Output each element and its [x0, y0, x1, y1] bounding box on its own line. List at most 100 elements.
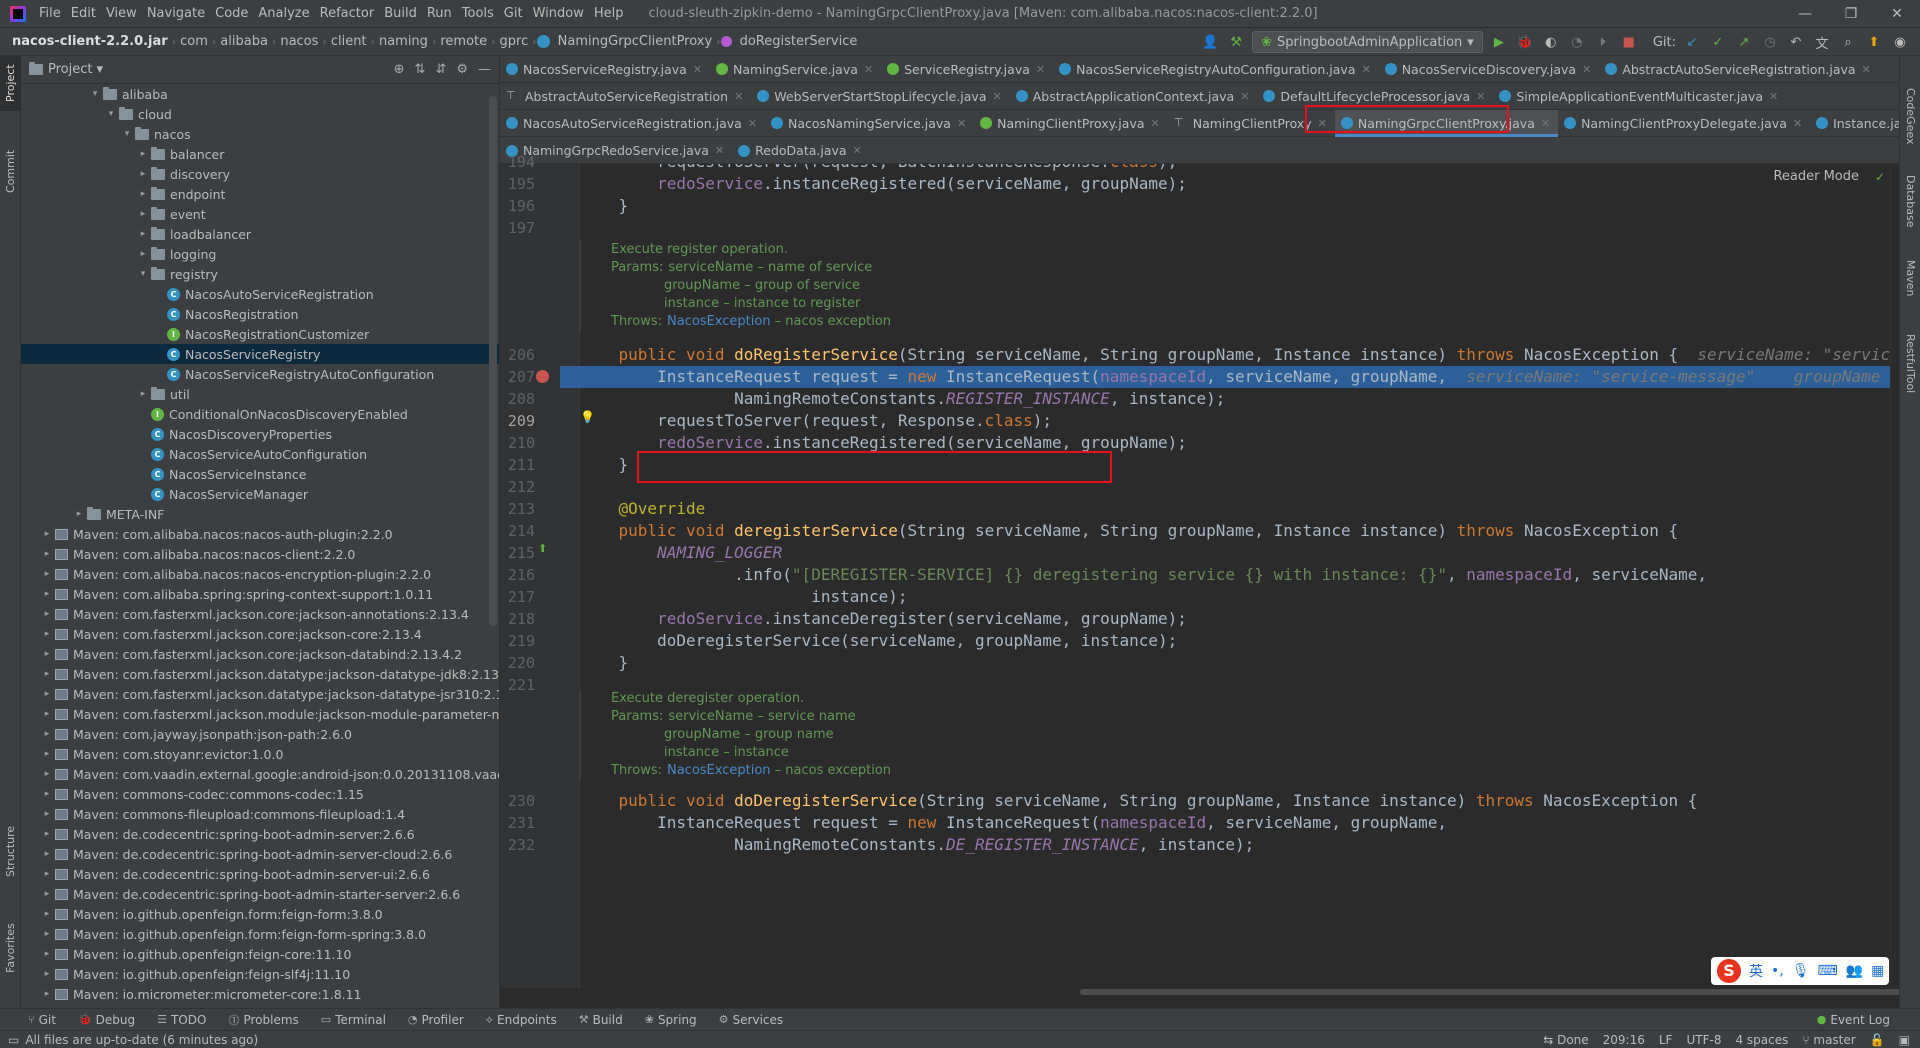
tree-node[interactable]: ▸ Maven: com.alibaba.nacos:nacos-auth-plu… [21, 524, 499, 544]
keyboard-icon[interactable]: ⌨ [1818, 963, 1838, 979]
expand-all-icon[interactable]: ⇅ [415, 62, 426, 77]
chevron-right-icon[interactable]: ▸ [135, 209, 151, 219]
menu-item-code[interactable]: Code [210, 0, 253, 28]
tree-node[interactable]: ▸ Maven: io.micrometer:micrometer-core:1.… [21, 984, 499, 1004]
code-line[interactable]: redoService.instanceDeregister(serviceNa… [580, 608, 1890, 630]
tool-tab-commit[interactable]: Commit [0, 141, 21, 201]
tree-node[interactable]: ▸ balancer [21, 144, 499, 164]
plugin-icon[interactable]: ◉ [1890, 32, 1910, 52]
chevron-right-icon[interactable]: ▸ [39, 669, 55, 679]
code-line[interactable]: } [580, 652, 1890, 674]
breakpoint-icon[interactable] [536, 370, 549, 383]
breadcrumb-item[interactable]: remote [436, 34, 491, 49]
git-commit-icon[interactable]: ✓ [1708, 32, 1728, 52]
tool-tab-restfultool[interactable]: RestfulTool [1900, 321, 1920, 406]
close-tab-icon[interactable]: ✕ [734, 90, 743, 103]
override-icon[interactable]: ⬆ [538, 542, 547, 555]
editor-tab[interactable]: NamingClientProxyDelegate.java ✕ [1558, 110, 1810, 137]
editor-tab[interactable]: NacosServiceDiscovery.java ✕ [1379, 56, 1600, 83]
tree-node[interactable]: I ConditionalOnNacosDiscoveryEnabled [21, 404, 499, 424]
menu-item-navigate[interactable]: Navigate [142, 0, 210, 28]
editor-tab[interactable]: AbstractAutoServiceRegistration.java ✕ [1599, 56, 1878, 83]
close-tab-icon[interactable]: ✕ [1541, 117, 1550, 130]
code-line[interactable]: public void doRegisterService(String ser… [580, 344, 1890, 366]
close-tab-icon[interactable]: ✕ [1036, 63, 1045, 76]
tool-window-spring[interactable]: ❀ Spring [645, 1013, 697, 1027]
user-icon[interactable]: 👤 [1200, 32, 1220, 52]
editor-tab[interactable]: NacosServiceRegistryAutoConfiguration.ja… [1053, 56, 1379, 83]
chevron-right-icon[interactable]: ▸ [39, 589, 55, 599]
breadcrumb-item[interactable]: naming [375, 34, 432, 49]
chevron-right-icon[interactable]: ▸ [39, 889, 55, 899]
chevron-right-icon[interactable]: ▸ [39, 529, 55, 539]
tree-node[interactable]: ▸ Maven: com.stoyanr:evictor:1.0.0 [21, 744, 499, 764]
code-line[interactable]: doDeregisterService(serviceName, groupNa… [580, 630, 1890, 652]
restore-icon[interactable]: ❐ [1828, 0, 1874, 28]
tree-node[interactable]: ▸ Maven: com.fasterxml.jackson.module:jac… [21, 704, 499, 724]
tool-window-terminal[interactable]: ▭ Terminal [321, 1013, 386, 1027]
editor-tab[interactable]: WebServerStartStopLifecycle.java ✕ [751, 83, 1009, 110]
tool-tab-codegeex[interactable]: CodeGeex [1900, 76, 1920, 156]
code-area[interactable]: requestToServer(request, BatchInstanceRe… [580, 164, 1890, 988]
chevron-right-icon[interactable]: ▸ [135, 249, 151, 259]
tree-node[interactable]: ▸ Maven: com.jayway.jsonpath:json-path:2.… [21, 724, 499, 744]
close-tab-icon[interactable]: ✕ [1361, 63, 1370, 76]
file-encoding[interactable]: UTF-8 [1686, 1033, 1721, 1047]
menu-item-tools[interactable]: Tools [457, 0, 499, 28]
tree-node[interactable]: ▸ Maven: commons-fileupload:commons-fileu… [21, 804, 499, 824]
ime-toolbar[interactable]: S 英 •, 🎙 ⌨ 👥 ▦ [1711, 957, 1889, 985]
breadcrumb-item[interactable]: com [176, 34, 212, 49]
close-tab-icon[interactable]: ✕ [853, 144, 862, 157]
breadcrumb-item[interactable]: nacos [276, 34, 322, 49]
chevron-right-icon[interactable]: ▸ [39, 629, 55, 639]
profile-icon[interactable]: ◔ [1567, 32, 1587, 52]
chevron-right-icon[interactable]: ▸ [39, 709, 55, 719]
menu-item-refactor[interactable]: Refactor [315, 0, 380, 28]
tree-node[interactable]: ▸ logging [21, 244, 499, 264]
translate-icon[interactable]: 文 [1812, 32, 1832, 52]
tree-node[interactable]: C NacosRegistration [21, 304, 499, 324]
user-icon[interactable]: 👥 [1846, 963, 1863, 979]
close-tab-icon[interactable]: ✕ [715, 144, 724, 157]
chevron-right-icon[interactable]: ▸ [39, 949, 55, 959]
code-line[interactable]: InstanceRequest request = new InstanceRe… [580, 812, 1890, 834]
editor-tab[interactable]: ⊤ NamingClientProxy ✕ [1168, 110, 1335, 137]
chevron-down-icon[interactable]: ▾ [96, 62, 103, 77]
git-update-icon[interactable]: ↙ [1682, 32, 1702, 52]
editor-vertical-scrollbar[interactable] [1890, 164, 1899, 988]
chevron-right-icon[interactable]: ▸ [39, 849, 55, 859]
chevron-right-icon[interactable]: ▸ [135, 229, 151, 239]
chevron-right-icon[interactable]: ▸ [39, 689, 55, 699]
chevron-right-icon[interactable]: ▸ [39, 749, 55, 759]
tool-tab-structure[interactable]: Structure [0, 816, 21, 886]
tree-node[interactable]: C NacosServiceAutoConfiguration [21, 444, 499, 464]
editor-horizontal-scrollbar[interactable] [1080, 989, 1920, 995]
stop-icon[interactable]: ■ [1619, 32, 1639, 52]
editor-tab[interactable]: NacosAutoServiceRegistration.java ✕ [500, 110, 765, 137]
chevron-right-icon[interactable]: ▸ [135, 189, 151, 199]
tree-node[interactable]: ▾ alibaba [21, 84, 499, 104]
git-push-icon[interactable]: ↗ [1734, 32, 1754, 52]
tool-window-event-log[interactable]: ● Event Log [1817, 1013, 1920, 1027]
close-tab-icon[interactable]: ✕ [864, 63, 873, 76]
tree-node[interactable]: ▸ Maven: com.alibaba.spring:spring-contex… [21, 584, 499, 604]
code-line[interactable]: .info("[DEREGISTER-SERVICE] {} deregiste… [580, 564, 1890, 586]
close-tab-icon[interactable]: ✕ [693, 63, 702, 76]
chevron-right-icon[interactable]: ▸ [39, 649, 55, 659]
caret-position[interactable]: 209:16 [1603, 1033, 1645, 1047]
tree-node[interactable]: C NacosDiscoveryProperties [21, 424, 499, 444]
tree-node[interactable]: I NacosRegistrationCustomizer [21, 324, 499, 344]
chevron-right-icon[interactable]: ▸ [39, 729, 55, 739]
code-line[interactable] [580, 476, 1890, 498]
done-status[interactable]: ⇆ Done [1543, 1033, 1588, 1047]
tree-node[interactable]: ▸ Maven: com.fasterxml.jackson.datatype:j… [21, 684, 499, 704]
code-line[interactable]: public void doDeregisterService(String s… [580, 790, 1890, 812]
tree-node[interactable]: C NacosServiceRegistryAutoConfiguration [21, 364, 499, 384]
code-line[interactable]: NamingRemoteConstants.REGISTER_INSTANCE,… [580, 388, 1890, 410]
close-tab-icon[interactable]: ✕ [993, 90, 1002, 103]
memory-icon[interactable]: ▣ [1899, 1033, 1910, 1047]
tree-node[interactable]: ▸ Maven: com.fasterxml.jackson.datatype:j… [21, 664, 499, 684]
editor-tab[interactable]: NamingGrpcClientProxy.java ✕ [1334, 109, 1559, 137]
tree-node[interactable]: ▾ registry [21, 264, 499, 284]
chevron-down-icon[interactable]: ▾ [119, 129, 135, 139]
